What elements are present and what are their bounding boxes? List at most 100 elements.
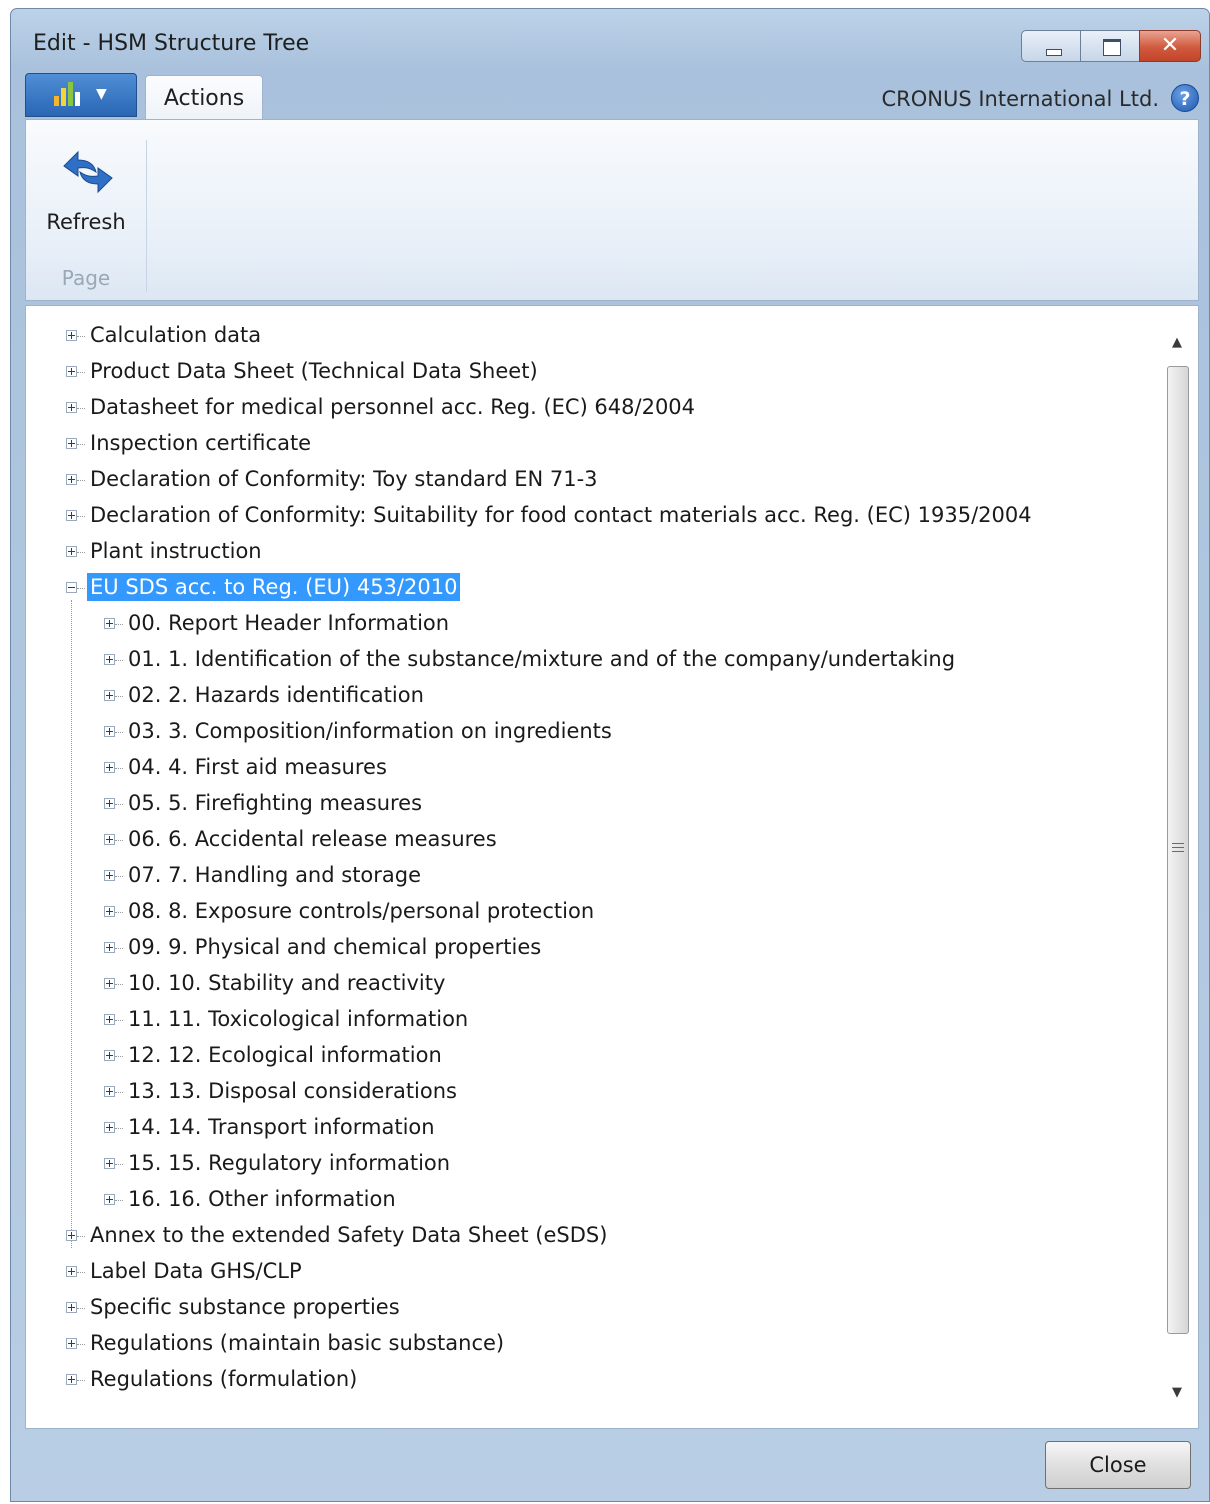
tree-node-label[interactable]: Label Data GHS/CLP: [87, 1257, 305, 1285]
tree-node-label[interactable]: Annex to the extended Safety Data Sheet …: [87, 1221, 610, 1249]
tree-node[interactable]: Annex to the extended Safety Data Sheet …: [26, 1218, 1150, 1254]
expand-icon[interactable]: [66, 546, 77, 557]
expand-icon[interactable]: [66, 1266, 77, 1277]
tree-node[interactable]: 15. 15. Regulatory information: [26, 1146, 1150, 1182]
tree-node[interactable]: 04. 4. First aid measures: [26, 750, 1150, 786]
tree-node-label[interactable]: 09. 9. Physical and chemical properties: [125, 933, 544, 961]
tree-node[interactable]: 16. 16. Other information: [26, 1182, 1150, 1218]
tree-node[interactable]: Declaration of Conformity: Suitability f…: [26, 498, 1150, 534]
tree-node-label[interactable]: 04. 4. First aid measures: [125, 753, 390, 781]
tab-actions[interactable]: Actions: [145, 75, 263, 121]
tree-node-label[interactable]: 10. 10. Stability and reactivity: [125, 969, 448, 997]
tree-node-label[interactable]: 05. 5. Firefighting measures: [125, 789, 425, 817]
expand-icon[interactable]: [104, 654, 115, 665]
scroll-up-icon[interactable]: ▲: [1160, 328, 1194, 358]
expand-icon[interactable]: [104, 1122, 115, 1133]
close-button[interactable]: Close: [1045, 1441, 1191, 1489]
tree-node[interactable]: 06. 6. Accidental release measures: [26, 822, 1150, 858]
tree-node[interactable]: 09. 9. Physical and chemical properties: [26, 930, 1150, 966]
expand-icon[interactable]: [66, 330, 77, 341]
tree-node[interactable]: Regulations (maintain basic substance): [26, 1326, 1150, 1362]
tree-node[interactable]: 07. 7. Handling and storage: [26, 858, 1150, 894]
expand-icon[interactable]: [104, 690, 115, 701]
expand-icon[interactable]: [66, 510, 77, 521]
expand-icon[interactable]: [66, 1302, 77, 1313]
help-icon[interactable]: ?: [1171, 84, 1199, 112]
tree-node[interactable]: Regulations (formulation): [26, 1362, 1150, 1398]
tree-node-label[interactable]: 02. 2. Hazards identification: [125, 681, 427, 709]
tree-node[interactable]: 02. 2. Hazards identification: [26, 678, 1150, 714]
expand-icon[interactable]: [104, 1086, 115, 1097]
tree-node-label[interactable]: Product Data Sheet (Technical Data Sheet…: [87, 357, 541, 385]
expand-icon[interactable]: [104, 1014, 115, 1025]
tree-node-label[interactable]: 15. 15. Regulatory information: [125, 1149, 453, 1177]
tree-node-label[interactable]: 12. 12. Ecological information: [125, 1041, 445, 1069]
tree-node-label[interactable]: Inspection certificate: [87, 429, 314, 457]
expand-icon[interactable]: [66, 474, 77, 485]
expand-icon[interactable]: [104, 1050, 115, 1061]
expand-icon[interactable]: [104, 870, 115, 881]
collapse-icon[interactable]: [66, 582, 77, 593]
tree-node-label[interactable]: Datasheet for medical personnel acc. Reg…: [87, 393, 698, 421]
expand-icon[interactable]: [104, 978, 115, 989]
tree-node-label[interactable]: 16. 16. Other information: [125, 1185, 399, 1213]
tree-node[interactable]: 12. 12. Ecological information: [26, 1038, 1150, 1074]
expand-icon[interactable]: [66, 438, 77, 449]
tree-node-label[interactable]: Declaration of Conformity: Suitability f…: [87, 501, 1035, 529]
expand-icon[interactable]: [66, 1374, 77, 1385]
expand-icon[interactable]: [104, 906, 115, 917]
tree-node-label[interactable]: 08. 8. Exposure controls/personal protec…: [125, 897, 597, 925]
minimize-button[interactable]: [1021, 30, 1081, 62]
tree-node-label[interactable]: 03. 3. Composition/information on ingred…: [125, 717, 615, 745]
close-window-button[interactable]: ✕: [1139, 30, 1201, 62]
tree-node-label[interactable]: 07. 7. Handling and storage: [125, 861, 424, 889]
expand-icon[interactable]: [104, 834, 115, 845]
tree-node[interactable]: 08. 8. Exposure controls/personal protec…: [26, 894, 1150, 930]
expand-icon[interactable]: [104, 762, 115, 773]
scroll-down-icon[interactable]: ▼: [1160, 1378, 1194, 1408]
tree-node[interactable]: 05. 5. Firefighting measures: [26, 786, 1150, 822]
tree-node[interactable]: Plant instruction: [26, 534, 1150, 570]
tree-node-label[interactable]: 01. 1. Identification of the substance/m…: [125, 645, 958, 673]
expand-icon[interactable]: [104, 942, 115, 953]
tree-node[interactable]: Datasheet for medical personnel acc. Reg…: [26, 390, 1150, 426]
tree-node-label[interactable]: Plant instruction: [87, 537, 265, 565]
expand-icon[interactable]: [104, 726, 115, 737]
expand-icon[interactable]: [66, 402, 77, 413]
tree-node-label[interactable]: Regulations (maintain basic substance): [87, 1329, 507, 1357]
tree-node[interactable]: 01. 1. Identification of the substance/m…: [26, 642, 1150, 678]
expand-icon[interactable]: [104, 1158, 115, 1169]
tree-node-label[interactable]: Regulations (formulation): [87, 1365, 360, 1393]
tree-node[interactable]: 14. 14. Transport information: [26, 1110, 1150, 1146]
expand-icon[interactable]: [66, 366, 77, 377]
expand-icon[interactable]: [104, 798, 115, 809]
tree-node-label[interactable]: EU SDS acc. to Reg. (EU) 453/2010: [87, 573, 461, 601]
tree-node[interactable]: Product Data Sheet (Technical Data Sheet…: [26, 354, 1150, 390]
tree-node-label[interactable]: Declaration of Conformity: Toy standard …: [87, 465, 601, 493]
refresh-button[interactable]: Refresh: [36, 132, 136, 242]
tree-node[interactable]: 10. 10. Stability and reactivity: [26, 966, 1150, 1002]
tree-node-label[interactable]: 00. Report Header Information: [125, 609, 452, 637]
title-bar[interactable]: Edit - HSM Structure Tree ✕: [11, 9, 1209, 73]
tree-node-label[interactable]: Specific substance properties: [87, 1293, 403, 1321]
expand-icon[interactable]: [104, 618, 115, 629]
tree-node[interactable]: 00. Report Header Information: [26, 606, 1150, 642]
application-menu-button[interactable]: ▼: [25, 73, 137, 117]
tree-node[interactable]: Label Data GHS/CLP: [26, 1254, 1150, 1290]
expand-icon[interactable]: [66, 1230, 77, 1241]
expand-icon[interactable]: [104, 1194, 115, 1205]
tree-node[interactable]: 03. 3. Composition/information on ingred…: [26, 714, 1150, 750]
tree-node[interactable]: EU SDS acc. to Reg. (EU) 453/2010: [26, 570, 1150, 606]
tree-node-label[interactable]: 13. 13. Disposal considerations: [125, 1077, 460, 1105]
maximize-button[interactable]: [1080, 30, 1140, 62]
tree-node[interactable]: 13. 13. Disposal considerations: [26, 1074, 1150, 1110]
tree-node[interactable]: Calculation data: [26, 318, 1150, 354]
expand-icon[interactable]: [66, 1338, 77, 1349]
tree-node-label[interactable]: Calculation data: [87, 321, 264, 349]
scroll-thumb[interactable]: [1167, 366, 1189, 1334]
tree-node[interactable]: Declaration of Conformity: Toy standard …: [26, 462, 1150, 498]
tree-node[interactable]: Specific substance properties: [26, 1290, 1150, 1326]
vertical-scrollbar[interactable]: ▲ ▼: [1160, 328, 1194, 1408]
tree-node-label[interactable]: 14. 14. Transport information: [125, 1113, 438, 1141]
tree-node-label[interactable]: 11. 11. Toxicological information: [125, 1005, 471, 1033]
